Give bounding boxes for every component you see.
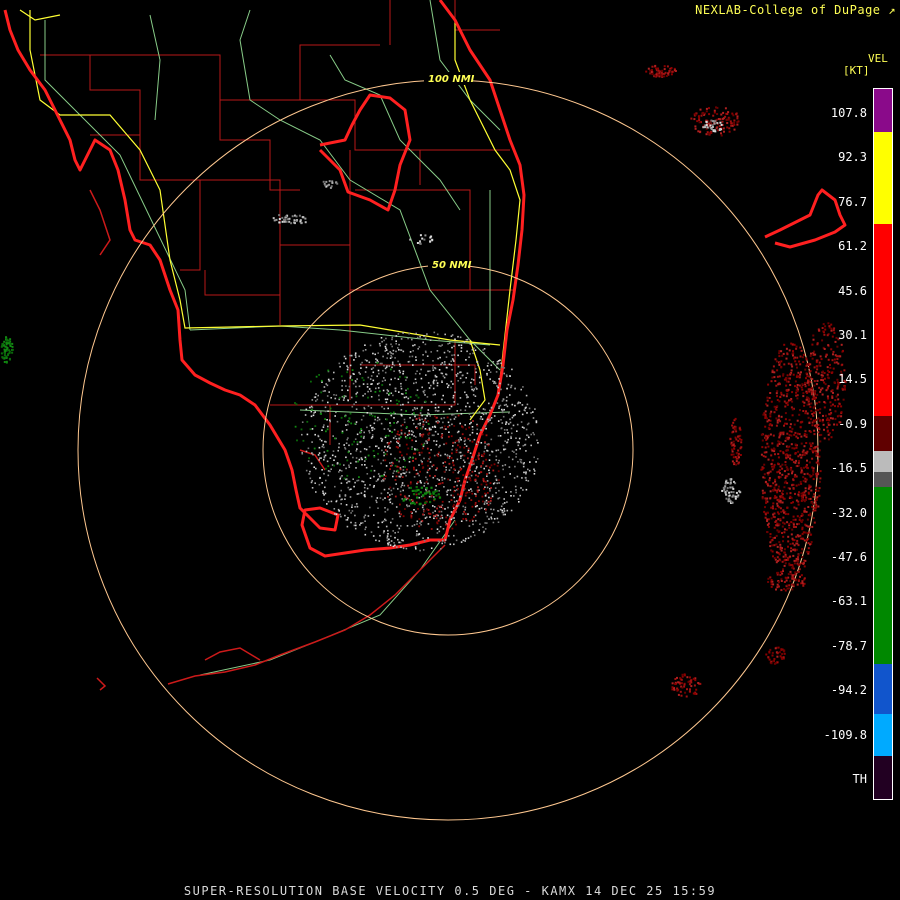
- legend-tick-label: 45.6: [838, 283, 867, 298]
- legend-tick-label: -32.0: [830, 505, 867, 520]
- range-ring-50: [262, 264, 634, 636]
- legend-color-segment: [874, 89, 892, 133]
- velocity-echoes: [0, 64, 847, 698]
- legend-tick-label: 30.1: [838, 328, 867, 342]
- range-rings: [77, 79, 819, 821]
- legend-color-segment: [874, 664, 892, 715]
- legend-tick-label: -63.1: [830, 594, 867, 609]
- legend-color-segment: [874, 415, 892, 453]
- credit-label[interactable]: NEXLAB-College of DuPage ↗: [695, 3, 896, 17]
- legend-color-segment: [874, 451, 892, 474]
- legend-color-segment: [874, 486, 892, 666]
- product-caption: SUPER-RESOLUTION BASE VELOCITY 0.5 DEG -…: [183, 884, 717, 898]
- legend-tick-label: 92.3: [838, 150, 867, 165]
- legend-units: [KT]: [843, 64, 870, 77]
- highway-lines: [44, 0, 511, 676]
- legend-color-segment: [874, 713, 892, 758]
- legend-tick-label: -16.5: [830, 461, 867, 476]
- keys-coastline: [89, 189, 446, 691]
- legend-tick-label: -78.7: [830, 638, 867, 653]
- legend-color-segment: [874, 756, 892, 799]
- legend-tick-label: 61.2: [838, 239, 867, 254]
- range-ring-100-label: 100 NMI: [428, 74, 475, 85]
- legend-tick-label: -109.8: [823, 727, 867, 742]
- external-link-icon: ↗: [888, 3, 896, 17]
- range-ring-100: [77, 79, 819, 821]
- radar-map: 100 NMI 50 NMI: [0, 0, 847, 821]
- legend-color-segment: [874, 472, 892, 488]
- legend-tick-label: -0.9: [838, 416, 867, 431]
- legend-tick-label: TH: [852, 772, 867, 786]
- state-road-lines: [19, 9, 521, 421]
- legend-tick-label: 14.5: [838, 372, 867, 387]
- legend-tick-label: -94.2: [830, 683, 867, 698]
- legend-color-segment: [874, 131, 892, 225]
- legend-tick-label: 107.8: [830, 106, 867, 120]
- credit-text: NEXLAB-College of DuPage: [695, 3, 881, 17]
- legend-tick-label: -47.6: [830, 550, 867, 564]
- velocity-color-bar: [873, 88, 893, 800]
- legend-color-segment: [874, 223, 892, 417]
- range-ring-50-label: 50 NMI: [432, 260, 472, 271]
- legend-tick-label: 76.7: [838, 194, 867, 209]
- legend-title: VEL: [868, 52, 888, 65]
